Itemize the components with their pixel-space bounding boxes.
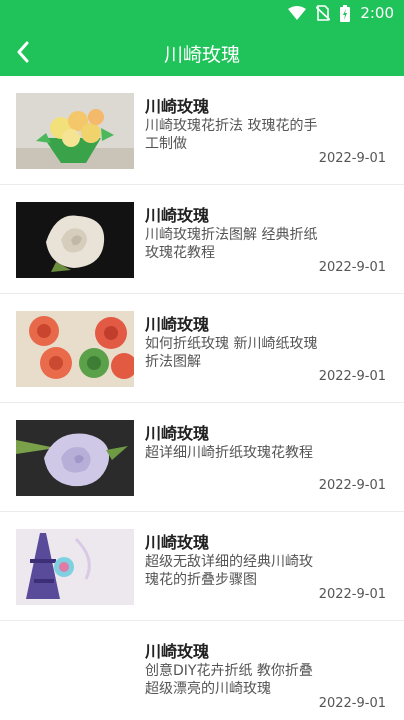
item-description: 川崎玫瑰折法图解 经典折纸玫瑰花教程 xyxy=(145,227,318,261)
item-title: 川崎玫瑰 xyxy=(145,424,210,443)
list-item[interactable]: 川崎玫瑰 川崎玫瑰花折法 玫瑰花的手工制做 2022-9-01 xyxy=(0,76,404,185)
item-title: 川崎玫瑰 xyxy=(145,642,210,661)
thumbnail-image xyxy=(16,202,134,278)
page-title: 川崎玫瑰 xyxy=(163,44,240,66)
list-item[interactable]: 川崎玫瑰 川崎玫瑰折法图解 经典折纸玫瑰花教程 2022-9-01 xyxy=(0,185,404,294)
thumbnail-image xyxy=(16,93,134,169)
item-description: 超级无敌详细的经典川崎玫瑰花的折叠步骤图 xyxy=(145,554,313,588)
no-sim-icon xyxy=(316,5,331,21)
app-bar: 川崎玫瑰 xyxy=(0,28,404,76)
item-date: 2022-9-01 xyxy=(318,260,386,275)
list-item[interactable]: 川崎玫瑰 如何折纸玫瑰 新川崎纸玫瑰折法图解 2022-9-01 xyxy=(0,294,404,403)
list-item[interactable]: 川崎玫瑰 超级无敌详细的经典川崎玫瑰花的折叠步骤图 2022-9-01 xyxy=(0,512,404,621)
wifi-icon xyxy=(288,6,307,20)
article-list: 川崎玫瑰 川崎玫瑰花折法 玫瑰花的手工制做 2022-9-01 川崎玫瑰 川崎玫… xyxy=(0,76,404,720)
battery-icon xyxy=(340,4,351,22)
item-description: 创意DIY花卉折纸 教你折叠超级漂亮的川崎玫瑰 xyxy=(145,663,313,697)
item-date: 2022-9-01 xyxy=(318,478,386,493)
item-description: 如何折纸玫瑰 新川崎纸玫瑰折法图解 xyxy=(145,336,318,370)
status-bar: 2:00 xyxy=(0,0,404,28)
thumbnail-image xyxy=(16,420,134,496)
list-item[interactable]: 川崎玫瑰 超详细川崎折纸玫瑰花教程 2022-9-01 xyxy=(0,403,404,512)
item-title: 川崎玫瑰 xyxy=(145,533,210,552)
item-date: 2022-9-01 xyxy=(318,696,386,711)
item-title: 川崎玫瑰 xyxy=(145,315,210,334)
item-date: 2022-9-01 xyxy=(318,587,386,602)
item-title: 川崎玫瑰 xyxy=(145,97,210,116)
item-description: 川崎玫瑰花折法 玫瑰花的手工制做 xyxy=(145,118,318,152)
item-date: 2022-9-01 xyxy=(318,369,386,384)
item-description: 超详细川崎折纸玫瑰花教程 xyxy=(145,445,313,461)
status-time: 2:00 xyxy=(360,4,394,22)
thumbnail-image xyxy=(16,311,134,387)
list-item[interactable]: 川崎玫瑰 创意DIY花卉折纸 教你折叠超级漂亮的川崎玫瑰 2022-9-01 xyxy=(0,621,404,720)
item-date: 2022-9-01 xyxy=(318,151,386,166)
item-title: 川崎玫瑰 xyxy=(145,206,210,225)
thumbnail-image xyxy=(16,529,134,605)
